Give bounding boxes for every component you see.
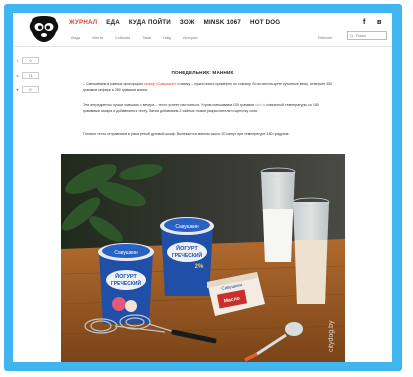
facebook-icon: f: [16, 57, 19, 63]
subnav-item-guide[interactable]: Гайд: [163, 34, 171, 42]
citydog-logo-icon[interactable]: [28, 15, 60, 43]
paragraph-3: Готовое тесто отправляем в разогретый ду…: [83, 132, 290, 136]
nav-item-food[interactable]: ЕДА: [106, 17, 120, 29]
search-icon: [350, 33, 354, 38]
nav-item-minsk[interactable]: MINSK 1067: [204, 17, 241, 29]
kefir-link[interactable]: кефир «Савушкин»: [144, 82, 176, 86]
yogurt-brand: Савушкин: [114, 250, 137, 256]
main-nav: ЖУРНАЛ ЕДА КУДА ПОЙТИ ЗОЖ MINSK 1067 HOT…: [69, 17, 280, 29]
heart-icon: ♥: [16, 86, 19, 92]
screen: ЖУРНАЛ ЕДА КУДА ПОЙТИ ЗОЖ MINSK 1067 HOT…: [0, 0, 413, 377]
share-facebook[interactable]: f 0: [15, 56, 45, 64]
subnav-item-events[interactable]: События: [115, 34, 130, 42]
paragraph-2: Эти ингредиенты лучше смешать с вечера –…: [83, 102, 333, 114]
share-count: 0: [22, 85, 39, 93]
paragraph-text: Эти ингредиенты лучше смешать с вечера –…: [83, 103, 256, 107]
yogurt-label: ЙОГУРТ: [176, 244, 198, 252]
paragraph-1: – Смешиваем в равных пропорциях кефир «С…: [83, 81, 333, 93]
yogurt-label: ЙОГУРТ: [115, 272, 137, 280]
subnav-item-history[interactable]: История: [183, 34, 197, 42]
nav-item-journal[interactable]: ЖУРНАЛ: [69, 17, 97, 29]
butter-link[interactable]: масла: [255, 103, 265, 107]
web-page: ЖУРНАЛ ЕДА КУДА ПОЙТИ ЗОЖ MINSK 1067 HOT…: [13, 13, 392, 362]
yogurt-fat: 2%: [195, 264, 204, 270]
nav-item-where-to-go[interactable]: КУДА ПОЙТИ: [129, 17, 171, 29]
subnav-item-topic[interactable]: Тема: [142, 34, 151, 42]
share-like[interactable]: ♥ 0: [15, 85, 45, 93]
photo-watermark: citydog.by: [328, 320, 335, 352]
subnav-item-people[interactable]: Люди: [71, 34, 80, 42]
nav-item-hotdog[interactable]: HOT DOG: [250, 17, 280, 29]
subnav-item-work[interactable]: Рабочее: [318, 34, 333, 42]
article-subtitle: ПОНЕДЕЛЬНИК: МАННИК: [171, 70, 234, 75]
search-input[interactable]: [356, 33, 386, 38]
nav-item-zozh[interactable]: ЗОЖ: [180, 17, 195, 29]
subnav-item-places[interactable]: Места: [92, 34, 103, 42]
header-divider: [13, 46, 392, 47]
yogurt-label-2: ГРЕЧЕСКИЙ: [111, 279, 142, 287]
yogurt-label-2: ГРЕЧЕСКИЙ: [172, 251, 203, 259]
yogurt-brand: Савушкин: [175, 224, 198, 230]
search-box[interactable]: [347, 31, 387, 40]
facebook-icon[interactable]: f: [363, 17, 365, 29]
article-photo: Савушкин ЙОГУРТ ГРЕЧЕСКИЙ Савушкин ЙОГУР…: [61, 154, 345, 362]
paragraph-text: – Смешиваем в равных пропорциях: [83, 82, 145, 86]
ingredients-illustration: Савушкин ЙОГУРТ ГРЕЧЕСКИЙ Савушкин ЙОГУР…: [61, 154, 345, 362]
share-count: 0: [22, 56, 39, 64]
sub-nav: Люди Места События Тема Гайд История: [71, 34, 197, 42]
vk-icon[interactable]: в: [377, 17, 381, 29]
